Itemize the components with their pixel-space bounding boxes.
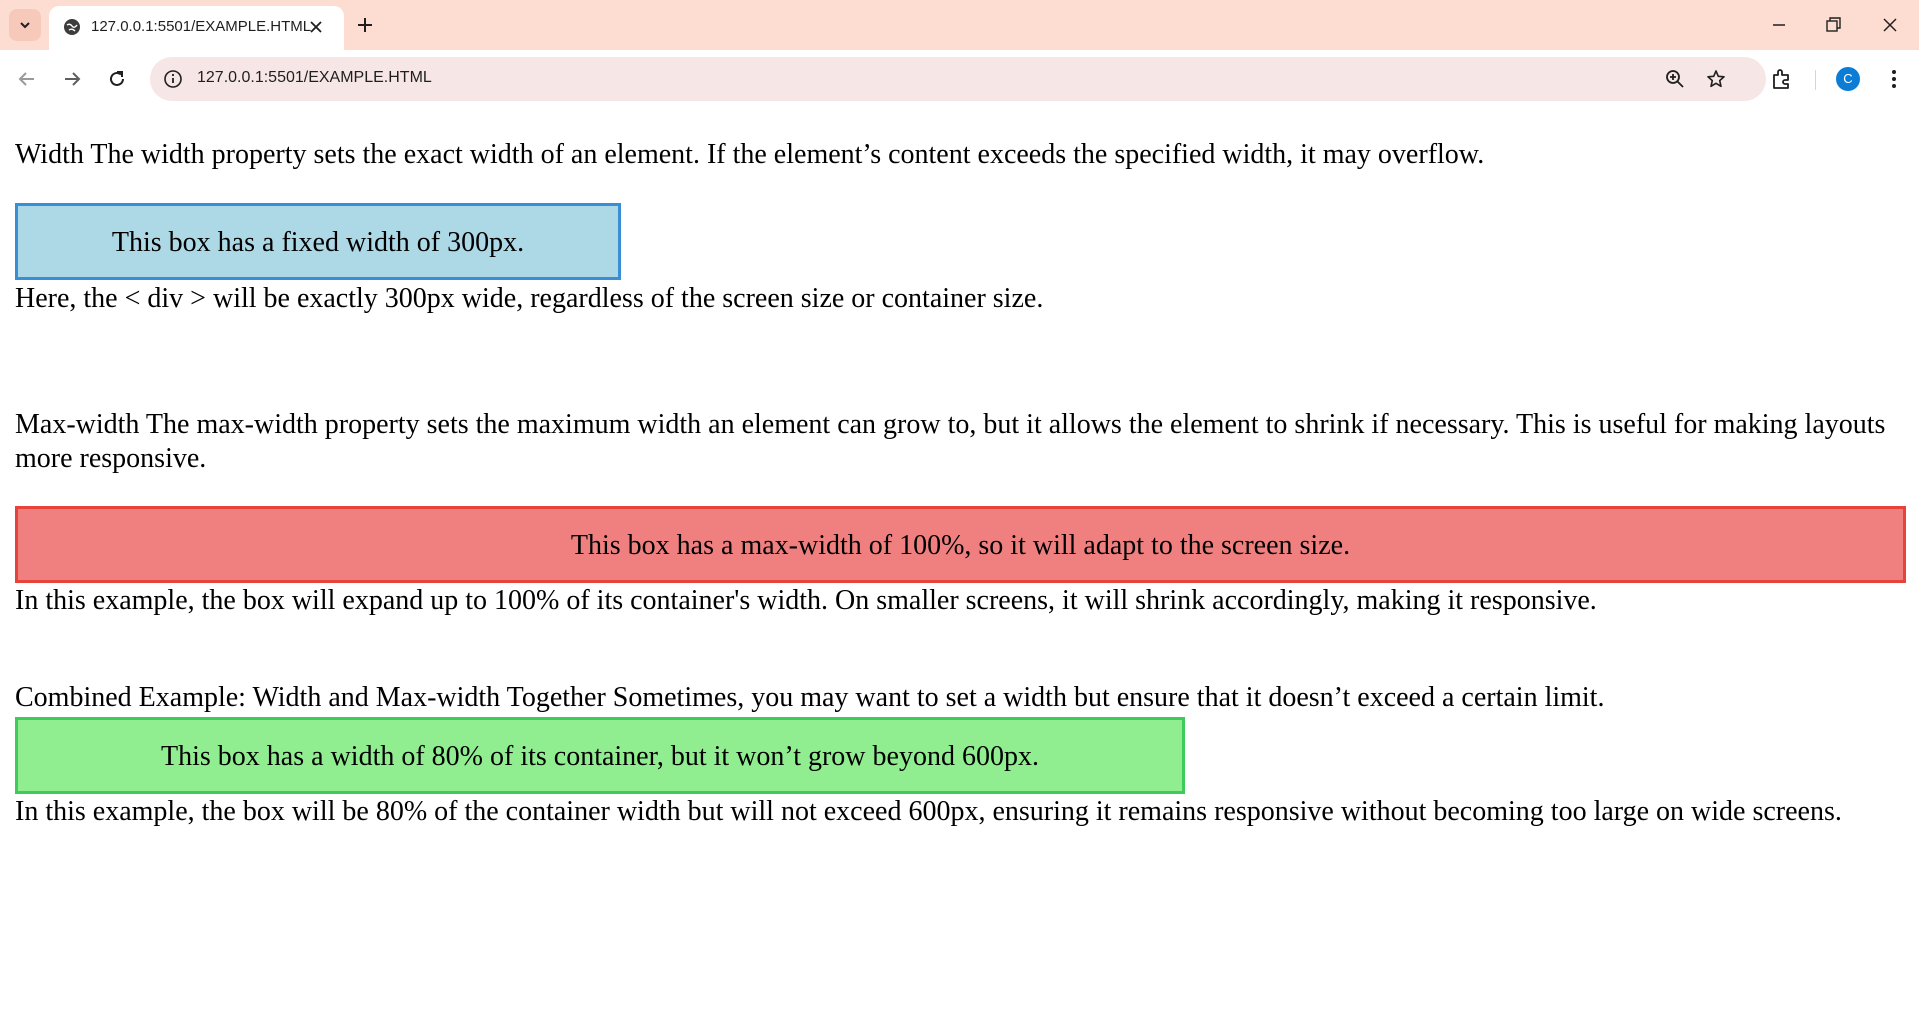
zoom-icon[interactable] — [1664, 68, 1686, 90]
restore-icon[interactable] — [1821, 13, 1845, 37]
combined-note-text: In this example, the box will be 80% of … — [15, 796, 1842, 827]
tab-search-button[interactable] — [9, 9, 41, 41]
url-text[interactable]: 127.0.0.1:5501/EXAMPLE.HTML — [197, 69, 432, 87]
address-bar[interactable]: 127.0.0.1:5501/EXAMPLE.HTML — [150, 57, 1766, 101]
back-icon[interactable] — [14, 66, 40, 92]
combined-intro-text: Combined Example: Width and Max-width To… — [15, 682, 1605, 713]
combined-width-box: This box has a width of 80% of its conta… — [15, 717, 1185, 794]
site-info-icon[interactable] — [162, 68, 184, 90]
forward-icon[interactable] — [59, 66, 85, 92]
width-note-text: Here, the < div > will be exactly 300px … — [15, 283, 1044, 314]
new-tab-icon[interactable] — [353, 13, 377, 37]
active-tab[interactable]: 127.0.0.1:5501/EXAMPLE.HTML — [49, 6, 344, 50]
fixed-width-box: This box has a fixed width of 300px. — [15, 203, 621, 280]
profile-avatar[interactable]: C — [1836, 67, 1860, 91]
globe-icon — [64, 19, 80, 35]
tab-strip: 127.0.0.1:5501/EXAMPLE.HTML — [0, 0, 1919, 50]
maxwidth-note-text: In this example, the box will expand up … — [15, 585, 1597, 616]
bookmark-star-icon[interactable] — [1705, 68, 1727, 90]
page-content: Width The width property sets the exact … — [0, 108, 1919, 1015]
close-window-icon[interactable] — [1878, 13, 1902, 37]
extensions-icon[interactable] — [1768, 65, 1796, 93]
reload-icon[interactable] — [104, 66, 130, 92]
chevron-down-icon — [20, 22, 30, 29]
browser-toolbar: 127.0.0.1:5501/EXAMPLE.HTML C — [0, 50, 1919, 108]
tab-title: 127.0.0.1:5501/EXAMPLE.HTML — [91, 18, 312, 35]
more-menu-icon[interactable] — [1881, 66, 1907, 92]
minimize-icon[interactable] — [1767, 13, 1791, 37]
maxwidth-intro-text: Max-width The max-width property sets th… — [15, 409, 1886, 474]
toolbar-divider — [1815, 70, 1816, 90]
max-width-box: This box has a max-width of 100%, so it … — [15, 506, 1906, 583]
width-intro-text: Width The width property sets the exact … — [15, 139, 1485, 170]
close-tab-icon[interactable] — [307, 18, 325, 36]
